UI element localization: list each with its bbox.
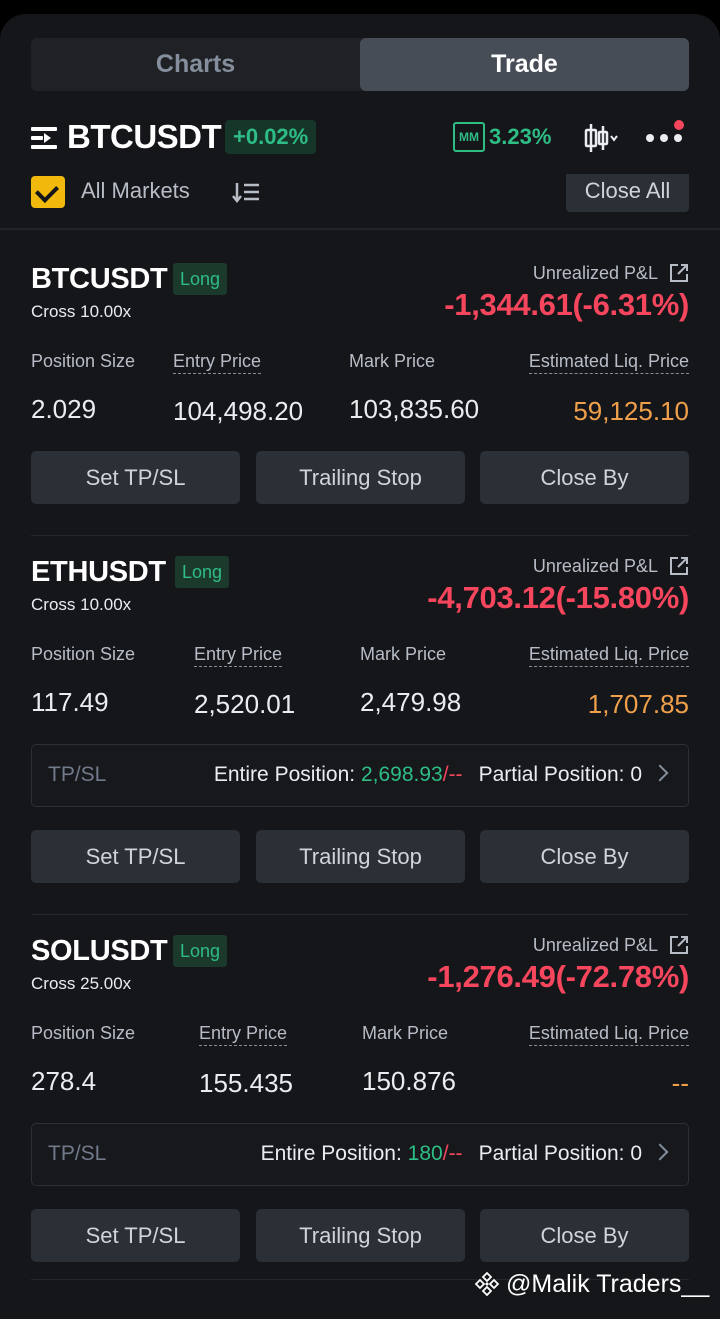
divider xyxy=(31,535,689,536)
side-badge: Long xyxy=(175,556,230,588)
liq-price-label[interactable]: Estimated Liq. Price xyxy=(528,1023,689,1046)
partial-position-value: 0 xyxy=(630,763,642,786)
partial-position-value: 0 xyxy=(630,1142,642,1165)
liq-price-value: 1,707.85 xyxy=(587,689,689,719)
set-tpsl-button[interactable]: Set TP/SL xyxy=(31,830,240,883)
mark-price-label: Mark Price xyxy=(349,351,436,371)
close-all-button[interactable]: Close All xyxy=(566,174,689,212)
position-size-label: Position Size xyxy=(31,351,136,371)
margin-ratio-icon: MM xyxy=(453,122,485,152)
position-symbol[interactable]: ETHUSDT xyxy=(31,556,166,589)
divider xyxy=(31,914,689,915)
mark-price-value: 150.876 xyxy=(362,1066,456,1096)
position-symbol[interactable]: SOLUSDT xyxy=(31,935,168,968)
action-buttons: Set TP/SL Trailing Stop Close By xyxy=(31,830,689,883)
stop-loss-value: -- xyxy=(448,1142,463,1165)
entry-price-value: 155.435 xyxy=(199,1068,293,1098)
entire-position-label: Entire Position: xyxy=(260,1142,402,1165)
mark-price-value: 103,835.60 xyxy=(349,394,480,424)
pnl-label: Unrealized P&L xyxy=(532,935,658,955)
header-symbol[interactable]: BTCUSDT xyxy=(67,118,222,156)
action-buttons: Set TP/SL Trailing Stop Close By xyxy=(31,1209,689,1262)
take-profit-value: 2,698.93 xyxy=(360,763,443,786)
entry-price-value: 2,520.01 xyxy=(194,689,296,719)
all-markets-label[interactable]: All Markets xyxy=(81,178,190,204)
set-tpsl-button[interactable]: Set TP/SL xyxy=(31,1209,240,1262)
tab-charts[interactable]: Charts xyxy=(31,38,360,91)
entry-price-label[interactable]: Entry Price xyxy=(199,1023,288,1046)
margin-mode: Cross 10.00x xyxy=(31,302,132,321)
stop-loss-value: -- xyxy=(448,763,463,786)
all-markets-checkbox[interactable] xyxy=(31,176,65,208)
tpsl-row[interactable]: TP/SL Entire Position: 2,698.93/-- Partia… xyxy=(31,744,689,807)
liq-price-value: 59,125.10 xyxy=(573,396,689,426)
margin-mode: Cross 10.00x xyxy=(31,595,132,614)
binance-logo-icon xyxy=(474,1271,500,1297)
filter-row: All Markets Close All xyxy=(31,174,689,214)
close-by-button[interactable]: Close By xyxy=(480,451,689,504)
liq-price-value: -- xyxy=(671,1068,689,1098)
share-icon[interactable] xyxy=(669,263,689,283)
entire-position-label: Entire Position: xyxy=(213,763,356,786)
close-by-button[interactable]: Close By xyxy=(480,830,689,883)
entry-price-label[interactable]: Entry Price xyxy=(173,351,262,374)
app-screen: Charts Trade BTCUSDT +0.02% MM 3.23% All… xyxy=(0,14,720,1319)
entry-price-label[interactable]: Entry Price xyxy=(194,644,283,667)
liq-price-label[interactable]: Estimated Liq. Price xyxy=(528,644,689,667)
take-profit-value: 180 xyxy=(407,1142,443,1165)
trailing-stop-button[interactable]: Trailing Stop xyxy=(256,830,465,883)
partial-position-label: Partial Position: xyxy=(478,763,625,786)
unrealized-pnl: -4,703.12(-15.80%) xyxy=(427,580,689,615)
watermark-text: @Malik Traders__ xyxy=(506,1269,710,1298)
liq-price-label[interactable]: Estimated Liq. Price xyxy=(528,351,689,374)
position-size-value: 2.029 xyxy=(31,394,97,424)
share-icon[interactable] xyxy=(669,935,689,955)
side-badge: Long xyxy=(173,263,228,295)
share-icon[interactable] xyxy=(669,556,689,576)
mark-price-label: Mark Price xyxy=(362,1023,449,1043)
unrealized-pnl: -1,344.61(-6.31%) xyxy=(444,287,689,322)
symbol-header: BTCUSDT +0.02% MM 3.23% xyxy=(31,118,689,158)
margin-ratio-value[interactable]: 3.23% xyxy=(489,124,551,150)
position-size-label: Position Size xyxy=(31,644,136,664)
tpsl-label: TP/SL xyxy=(48,763,107,786)
notification-dot xyxy=(674,120,684,130)
position-size-value: 117.49 xyxy=(31,687,109,717)
partial-position-label: Partial Position: xyxy=(478,1142,625,1165)
pnl-label: Unrealized P&L xyxy=(532,263,658,283)
set-tpsl-button[interactable]: Set TP/SL xyxy=(31,451,240,504)
price-change-badge: +0.02% xyxy=(225,120,317,154)
more-icon[interactable] xyxy=(646,132,686,144)
watermark: @Malik Traders__ xyxy=(474,1264,709,1304)
divider xyxy=(0,228,720,230)
entry-price-value: 104,498.20 xyxy=(173,396,304,426)
position-size-value: 278.4 xyxy=(31,1066,97,1096)
view-tabs: Charts Trade xyxy=(31,38,689,91)
mark-price-value: 2,479.98 xyxy=(360,687,462,717)
trailing-stop-button[interactable]: Trailing Stop xyxy=(256,451,465,504)
tpsl-summary: Entire Position: 2,698.93/-- Partial Posi… xyxy=(214,763,642,787)
trailing-stop-button[interactable]: Trailing Stop xyxy=(256,1209,465,1262)
position-size-label: Position Size xyxy=(31,1023,136,1043)
tpsl-summary: Entire Position: 180/-- Partial Position:… xyxy=(261,1142,642,1166)
tpsl-row[interactable]: TP/SL Entire Position: 180/-- Partial Pos… xyxy=(31,1123,689,1186)
close-by-button[interactable]: Close By xyxy=(480,1209,689,1262)
unrealized-pnl: -1,276.49(-72.78%) xyxy=(427,959,689,994)
action-buttons: Set TP/SL Trailing Stop Close By xyxy=(31,451,689,504)
margin-mode: Cross 25.00x xyxy=(31,974,132,993)
candlestick-icon[interactable] xyxy=(583,122,619,154)
pnl-label: Unrealized P&L xyxy=(532,556,658,576)
tpsl-label: TP/SL xyxy=(48,1142,107,1165)
tab-trade[interactable]: Trade xyxy=(360,38,689,91)
side-badge: Long xyxy=(173,935,228,967)
position-symbol[interactable]: BTCUSDT xyxy=(31,263,168,296)
mark-price-label: Mark Price xyxy=(360,644,447,664)
chevron-right-icon xyxy=(651,764,669,782)
sort-icon[interactable] xyxy=(232,181,260,203)
menu-icon[interactable] xyxy=(31,127,57,149)
chevron-right-icon xyxy=(651,1143,669,1161)
